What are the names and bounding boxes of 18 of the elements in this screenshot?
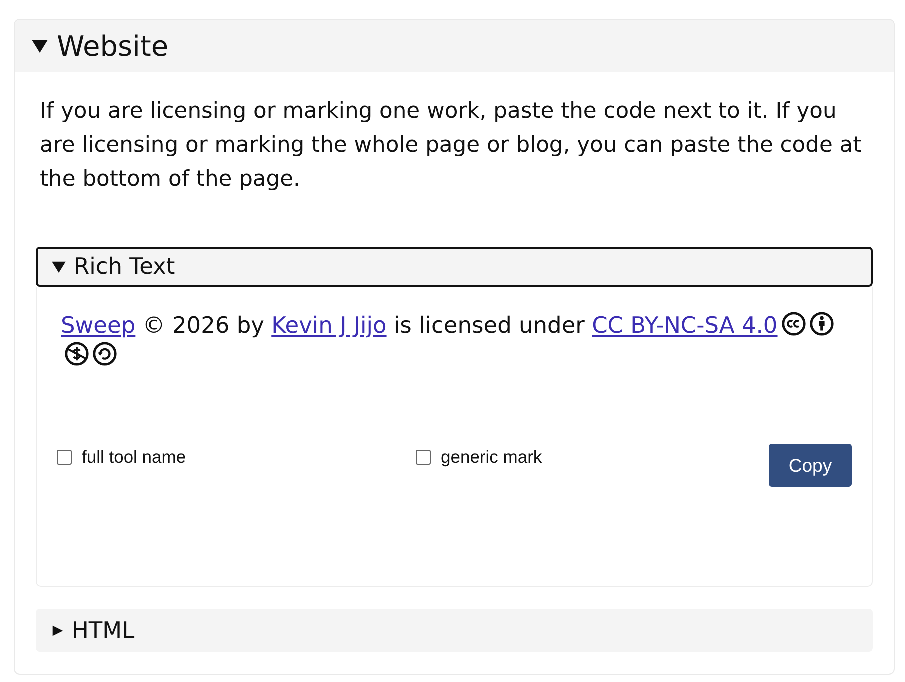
link[interactable]: Sweep — [61, 313, 136, 339]
caret-icon — [52, 261, 66, 273]
section-header[interactable]: Website — [15, 20, 894, 72]
person-icon — [810, 312, 834, 336]
link[interactable]: Kevin J Jijo — [272, 313, 387, 339]
checkbox[interactable] — [57, 450, 72, 465]
link[interactable]: CC BY-NC-SA 4.0 — [592, 313, 778, 339]
license-statement: Sweep © 2026 by Kevin J Jijo is licensed under CC BY-NC-SA 4.0 — [57, 311, 852, 371]
no-dollar-icon — [65, 342, 89, 366]
subsection-header[interactable]: Rich Text — [36, 247, 873, 287]
checkbox-label[interactable]: full tool name — [82, 447, 186, 468]
checkbox[interactable] — [416, 450, 431, 465]
checkbox-label[interactable]: generic mark — [441, 447, 542, 468]
caret-icon — [52, 624, 64, 636]
cc-license-icon — [782, 312, 806, 336]
description-text: If you are licensing or marking one work, paste the code next to it. If you are licensing or marking the whole page or blog, you can paste the code at the bottom of the page. — [39, 98, 863, 194]
subsection-header[interactable]: HTML — [36, 609, 873, 652]
copy-button[interactable]: Copy — [769, 444, 852, 487]
